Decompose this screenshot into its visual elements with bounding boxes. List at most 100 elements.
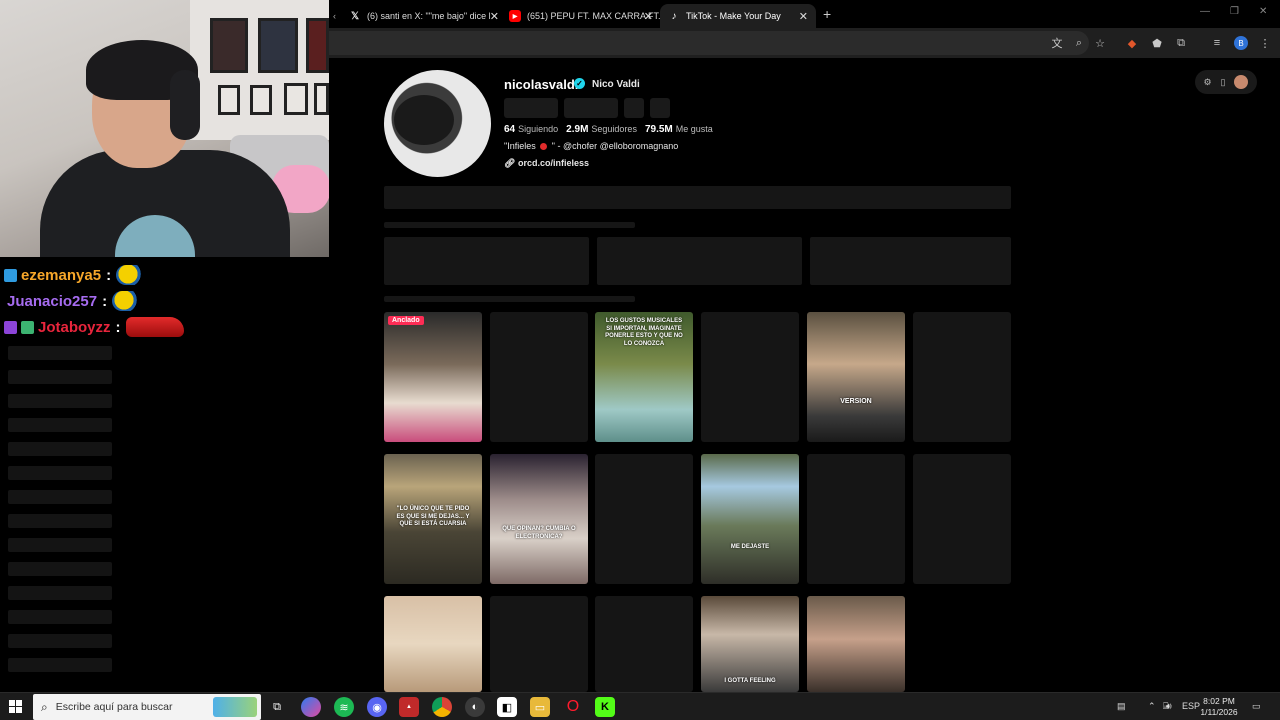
poster <box>210 18 248 73</box>
device-icon[interactable]: ▯ <box>1221 77 1226 88</box>
show-hidden-icons-icon[interactable]: ⌃ <box>1148 701 1156 712</box>
tab-scroll-left[interactable]: ‹ <box>325 4 341 28</box>
video-card[interactable]: QUE OPINAN? CUMBIA O ELECTRONICA? <box>490 454 588 584</box>
likes-stat: 79.5M Me gusta <box>644 124 713 135</box>
playlist-placeholder <box>597 237 802 285</box>
tab-tiktok[interactable]: ♪ TikTok - Make Your Day ✕ <box>660 4 816 28</box>
text-placeholder <box>384 222 635 228</box>
browser-tab-strip: ‹ 𝕏 (6) santi en X: ""me bajo" dice l ✕ … <box>329 0 1280 28</box>
translate-icon[interactable]: 文 <box>1049 35 1065 51</box>
video-card-placeholder[interactable] <box>807 454 905 584</box>
profile-nickname: Nico Valdi <box>592 79 640 90</box>
chat-username: ezemanya5 <box>21 266 102 284</box>
system-clock[interactable]: 8:02 PM 1/11/2026 <box>1196 696 1242 719</box>
media-queue-icon[interactable]: ≡ <box>1209 35 1225 51</box>
video-card-placeholder[interactable] <box>595 596 693 692</box>
spotify-icon[interactable]: ≋ <box>334 697 354 717</box>
bookmark-star-icon[interactable]: ☆ <box>1092 35 1108 51</box>
video-card-placeholder[interactable] <box>490 596 588 692</box>
keyboard-layout-icon[interactable]: ▤ <box>1117 701 1126 712</box>
video-card-placeholder[interactable] <box>913 312 1011 442</box>
video-card[interactable]: I GOTTA FEELING <box>701 596 799 692</box>
webcam-overlay <box>0 0 329 257</box>
voicemod-icon[interactable]: ▲ <box>399 697 419 717</box>
kick-icon[interactable]: K <box>595 697 615 717</box>
chat-username: Juanacio257 <box>7 292 98 310</box>
obs-icon[interactable]: ◐ <box>465 697 485 717</box>
zoom-icon[interactable]: ⌕ <box>1071 35 1087 51</box>
poster <box>314 83 329 115</box>
chat-username: Jotaboyzz <box>38 318 111 336</box>
video-card[interactable] <box>807 596 905 692</box>
video-card[interactable]: Anclado <box>384 312 482 442</box>
video-card[interactable]: VERSION <box>807 312 905 442</box>
profile-avatar-image <box>384 70 491 177</box>
video-card-placeholder[interactable] <box>701 312 799 442</box>
text-placeholder <box>384 296 635 302</box>
video-card-placeholder[interactable] <box>490 312 588 442</box>
video-card[interactable]: ME DEJASTE <box>701 454 799 584</box>
extension-fox-icon[interactable]: ◆ <box>1124 35 1140 51</box>
discord-icon[interactable]: ◉ <box>367 697 387 717</box>
profile-username: nicolasvaldi <box>504 77 579 92</box>
chrome-icon[interactable] <box>432 697 452 717</box>
screen: ezemanya5 : Juanacio257 : Jotaboyzz : ‹ … <box>0 0 1280 720</box>
new-tab-button[interactable]: + <box>823 6 831 22</box>
minimize-icon[interactable]: — <box>1200 6 1210 17</box>
red-heart-icon <box>540 143 548 151</box>
taskbar-search-box[interactable]: ⌕ Escribe aquí para buscar <box>33 694 261 720</box>
add-friend-button-placeholder[interactable] <box>624 98 644 118</box>
task-view-icon[interactable]: ⧉ <box>267 697 287 717</box>
notifications-icon[interactable]: ▭ <box>1252 701 1261 712</box>
tab-bar-placeholder <box>384 186 1011 209</box>
settings-icon[interactable]: ⚙ <box>1203 77 1211 88</box>
extension-shield-icon[interactable]: ⬟ <box>1149 35 1165 51</box>
playlist-placeholder <box>810 237 1011 285</box>
search-icon: ⌕ <box>41 699 48 714</box>
video-card-placeholder[interactable] <box>913 454 1011 584</box>
emote-icon <box>116 265 147 285</box>
maximize-icon[interactable]: ❐ <box>1230 6 1239 17</box>
share-button-placeholder[interactable] <box>650 98 670 118</box>
close-tab-icon[interactable]: ✕ <box>644 10 653 23</box>
verified-badge-icon: ✓ <box>574 78 585 89</box>
close-window-icon[interactable]: ✕ <box>1259 6 1267 17</box>
windows-taskbar: ⌕ Escribe aquí para buscar ⧉ ≋ ◉ ▲ ◐ ◧ ▭… <box>0 692 1280 720</box>
poster <box>218 85 240 115</box>
following-stat[interactable]: 64 Siguiendo <box>504 124 558 135</box>
browser-menu-icon[interactable]: ⋮ <box>1257 35 1273 51</box>
follow-button-placeholder[interactable] <box>504 98 558 118</box>
video-card[interactable] <box>384 596 482 692</box>
user-badge-icon <box>4 268 17 282</box>
account-avatar[interactable] <box>1234 75 1249 89</box>
volume-icon[interactable]: 🔊︎ <box>1166 701 1172 712</box>
message-button-placeholder[interactable] <box>564 98 618 118</box>
chat-message: ezemanya5 : <box>0 262 329 288</box>
followers-stat[interactable]: 2.9M Seguidores <box>566 124 637 135</box>
video-card-placeholder[interactable] <box>595 454 693 584</box>
opera-icon[interactable]: O <box>563 697 583 717</box>
address-bar[interactable] <box>329 31 1089 55</box>
headset <box>170 70 200 140</box>
close-tab-icon[interactable]: ✕ <box>490 10 499 23</box>
profile-avatar[interactable]: B <box>1234 36 1248 50</box>
chat-message: Juanacio257 : <box>0 288 329 314</box>
tab-twitter[interactable]: 𝕏 (6) santi en X: ""me bajo" dice l ✕ <box>341 4 507 28</box>
pinned-badge: Anclado <box>388 316 424 325</box>
extensions-puzzle-icon[interactable]: ⧉ <box>1173 35 1189 51</box>
close-tab-icon[interactable]: ✕ <box>799 10 808 23</box>
windows-start-icon[interactable] <box>9 700 22 713</box>
car-emote-icon <box>125 317 184 337</box>
video-card[interactable]: LOS GUSTOS MUSICALES SI IMPORTAN, IMAGIN… <box>595 312 693 442</box>
profile-link[interactable]: 🔗︎ orcd.co/infieless <box>504 158 589 169</box>
link-icon: 🔗︎ <box>504 158 516 168</box>
file-explorer-icon[interactable]: ▭ <box>530 697 550 717</box>
emote-icon <box>112 291 143 311</box>
user-badge-icon <box>4 320 17 334</box>
copilot-icon[interactable] <box>301 697 321 717</box>
video-card[interactable]: "LO ÚNICO QUE TE PIDO ES QUE SI ME DEJAS… <box>384 454 482 584</box>
poster <box>284 83 308 115</box>
poster <box>258 18 298 73</box>
tab-youtube[interactable]: ▶ (651) PEPU FT. MAX CARRA FT. ✕ <box>501 4 661 28</box>
capcut-icon[interactable]: ◧ <box>497 697 517 717</box>
